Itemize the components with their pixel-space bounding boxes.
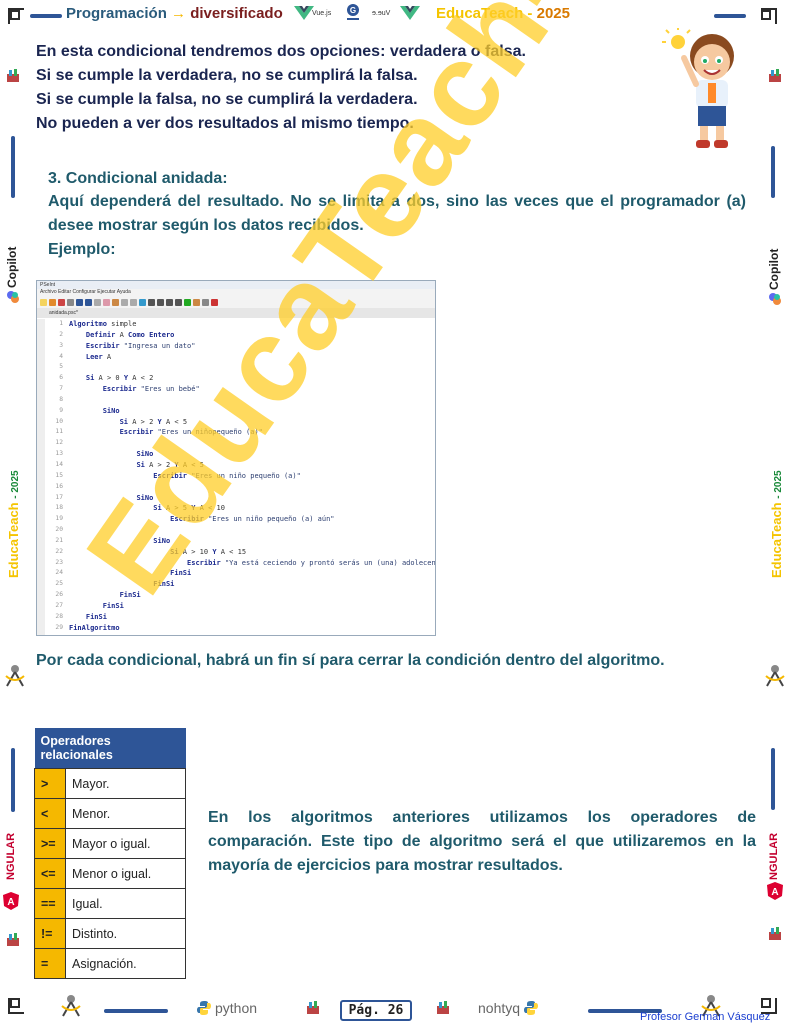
- copilot-icon-right: [768, 292, 782, 311]
- svg-text:G: G: [350, 6, 356, 15]
- section-description: Aquí dependerá del resultado. No se limi…: [48, 193, 746, 234]
- table-row: == Igual.: [34, 888, 186, 919]
- side-rule-left-bottom: [11, 748, 15, 812]
- corner-bottom-left: [8, 998, 24, 1014]
- operator-label: Menor.: [65, 798, 186, 829]
- operator-symbol: =: [34, 948, 66, 979]
- table-row: < Menor.: [34, 798, 186, 829]
- editor-tab: anidada.psc*: [37, 308, 435, 318]
- operator-label: Mayor o igual.: [65, 828, 186, 859]
- operators-table: Operadores relacionales > Mayor. < Menor. …: [34, 728, 186, 979]
- pseint-icon-footer-right: [436, 1000, 450, 1021]
- compass-icon-footer-left: [60, 994, 82, 1023]
- pseint-icon-left-top: [6, 68, 20, 89]
- table-row: <= Menor o igual.: [34, 858, 186, 889]
- pseint-editor-screenshot: PSeInt Archivo Editar Configurar Ejecuta…: [36, 280, 436, 636]
- side-rule-left-top: [11, 136, 15, 198]
- compass-icon-left: [4, 664, 26, 693]
- operator-label: Mayor.: [65, 768, 186, 799]
- angular-icon-left: A: [3, 892, 19, 915]
- editor-side-panel: [37, 319, 45, 635]
- operator-label: Igual.: [65, 888, 186, 919]
- footer-rule-left: [104, 1009, 168, 1013]
- side-angular-left: NGULAR: [5, 832, 17, 880]
- section-title: 3. Condicional anidada:: [48, 170, 228, 187]
- header-rule-right: [714, 14, 746, 18]
- author-credit: Profesor German Vásquez: [640, 1011, 771, 1023]
- angular-icon-right: A: [767, 882, 783, 905]
- python-logo-mirror-text: nohtyq: [478, 1000, 521, 1016]
- operator-label: Asignación.: [65, 948, 186, 979]
- editor-toolbar: [37, 296, 435, 308]
- vue-logo-mirror: [400, 6, 420, 25]
- header-title: Programación → diversificado: [66, 5, 283, 22]
- pseint-icon-right-bottom: [768, 926, 782, 947]
- editor-menubar: Archivo Editar Configurar Ejecutar Ayuda: [37, 289, 435, 296]
- editor-titlebar: PSeInt: [37, 281, 435, 289]
- pseint-icon-right-top: [768, 68, 782, 89]
- operator-symbol: <=: [34, 858, 66, 889]
- side-angular-right: NGULAR: [768, 832, 780, 880]
- table-row: > Mayor.: [34, 768, 186, 799]
- copilot-icon-left: [6, 290, 20, 309]
- section-example-label: Ejemplo:: [48, 241, 116, 258]
- intro-paragraph: En esta condicional tendremos dos opcion…: [36, 43, 526, 132]
- side-rule-right-bottom: [771, 748, 775, 810]
- operator-label: Distinto.: [65, 918, 186, 949]
- vue-logo-text: Vue.js: [312, 10, 332, 17]
- corner-top-left: [8, 8, 24, 24]
- operator-symbol: >: [34, 768, 66, 799]
- editor-line-numbers: 1 2 3 4 5 6 7 8 9 10 11 12 13 14 15 16 1…: [55, 320, 63, 631]
- table-row: != Distinto.: [34, 918, 186, 949]
- python-logo-text: python: [215, 1000, 258, 1016]
- operator-label: Menor o igual.: [65, 858, 186, 889]
- compass-icon-right: [764, 664, 786, 693]
- editor-code: Algoritmo simple Definir A Como Entero E…: [69, 320, 436, 632]
- side-copilot-right: Copilot: [767, 248, 781, 290]
- operator-symbol: ==: [34, 888, 66, 919]
- vue-mirror-text: ɘ.ɘuV: [372, 10, 391, 17]
- header-rule-left: [30, 14, 62, 18]
- side-copilot-left: Copilot: [5, 246, 19, 288]
- header-brand: EducaTeach - 2025: [436, 5, 570, 22]
- note-finsi: Por cada condicional, habrá un fin sí pa…: [36, 652, 665, 669]
- table-row: >= Mayor o igual.: [34, 828, 186, 859]
- greenfoot-logo: G: [345, 3, 361, 28]
- pseint-icon-left-bottom: [6, 932, 20, 953]
- side-brand-left: EducaTeach - 2025: [6, 470, 21, 578]
- section-nested-conditional: 3. Condicional anidada: Aquí dependerá d…: [48, 168, 746, 262]
- conclusion-paragraph: En los algoritmos anteriores utilizamos …: [208, 809, 756, 874]
- svg-text:A: A: [7, 897, 14, 908]
- vue-logo: [294, 6, 314, 25]
- kid-illustration: [660, 26, 746, 155]
- python-logo: python: [196, 1000, 257, 1016]
- svg-text:A: A: [771, 887, 778, 898]
- corner-top-right: [761, 8, 777, 24]
- operators-table-header: Operadores relacionales: [34, 728, 186, 769]
- python-logo-mirror: nohtyq: [478, 1000, 539, 1016]
- pseint-icon-footer-left: [306, 1000, 320, 1021]
- operator-symbol: <: [34, 798, 66, 829]
- table-row: = Asignación.: [34, 948, 186, 979]
- operator-symbol: !=: [34, 918, 66, 949]
- page-number: Pág. 26: [340, 1000, 412, 1021]
- side-brand-right: EducaTeach - 2025: [769, 470, 784, 578]
- operator-symbol: >=: [34, 828, 66, 859]
- side-rule-right-top: [771, 146, 775, 198]
